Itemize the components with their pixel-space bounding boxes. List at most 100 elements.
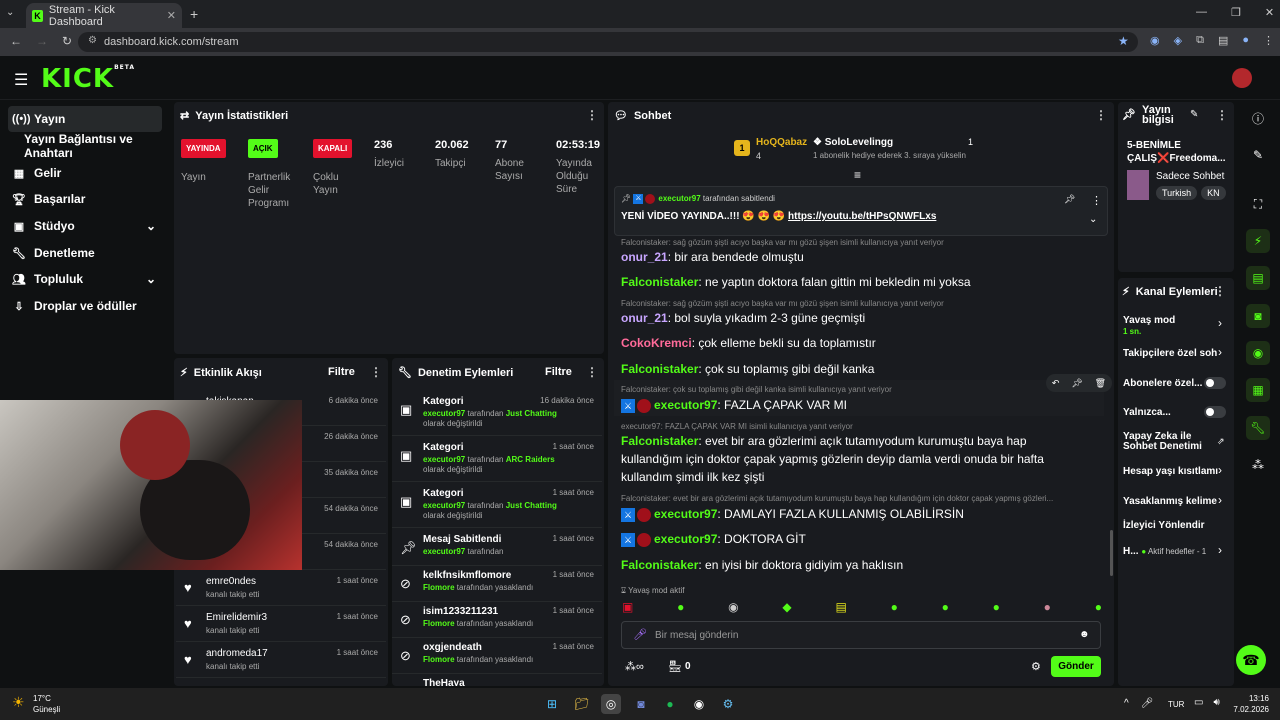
minimize-icon[interactable]: —: [1196, 6, 1207, 19]
emote-icon[interactable]: ●: [1095, 600, 1102, 614]
sidebar-item-basarilar[interactable]: 🏆︎ Başarılar: [8, 186, 162, 212]
activity-more-icon[interactable]: ⋮: [370, 365, 382, 379]
pencil-icon[interactable]: ✎: [1246, 143, 1270, 167]
clock[interactable]: 13:16 7.02.2026: [1233, 693, 1269, 715]
chevron-down-icon[interactable]: ⌄: [1089, 214, 1097, 225]
sidebar-item-denetleme[interactable]: 🔧︎ Denetleme: [8, 240, 162, 266]
extension-icon[interactable]: ◉: [1150, 34, 1160, 47]
tag[interactable]: Turkish: [1156, 186, 1198, 200]
action-slow-mode[interactable]: Yavaş mod 1 sn.: [1123, 315, 1229, 337]
action-account-age[interactable]: Hesap yaşı kısıtlamı: [1123, 466, 1229, 477]
steam-icon[interactable]: ⚙: [718, 694, 738, 714]
chevron-right-icon[interactable]: ›: [1218, 345, 1222, 359]
leader2-name[interactable]: ❖ SoloLevelingg: [813, 137, 893, 148]
reload-icon[interactable]: ↻: [62, 34, 72, 48]
extension2-icon[interactable]: ◈: [1174, 34, 1182, 47]
hamburger-menu-icon[interactable]: ☰: [14, 70, 28, 90]
emote-icon[interactable]: ▣: [622, 600, 633, 614]
action-ai-moderation[interactable]: Yapay Zeka ile Sohbet Denetimi: [1123, 432, 1213, 452]
delete-icon[interactable]: 🗑︎: [1095, 378, 1106, 389]
emote-icon[interactable]: ●: [1044, 600, 1051, 614]
actions-more-icon[interactable]: ⋮: [1214, 284, 1226, 298]
chevron-right-icon[interactable]: ›: [1218, 543, 1222, 557]
mic-icon[interactable]: 🎤︎: [633, 628, 647, 641]
list-icon[interactable]: ▤: [1246, 266, 1270, 290]
sidebar-item-topluluk[interactable]: 👥︎ Topluluk ⌄: [8, 266, 162, 292]
site-info-icon[interactable]: ⚙: [88, 35, 97, 46]
language-indicator[interactable]: TUR: [1168, 700, 1184, 709]
emote-icon[interactable]: ◆: [782, 600, 791, 614]
chrome-icon[interactable]: ◎: [601, 694, 621, 714]
emoji-icon[interactable]: ☻: [1079, 629, 1090, 640]
category-name[interactable]: Sadece Sohbet: [1156, 171, 1224, 182]
support-icon[interactable]: ☎: [1236, 645, 1266, 675]
new-tab-icon[interactable]: +: [190, 6, 198, 22]
action-followers-only[interactable]: Takipçilere özel soh: [1123, 348, 1229, 359]
mod-more-icon[interactable]: ⋮: [586, 365, 598, 379]
action-banned-words[interactable]: Yasaklanmış kelime: [1123, 496, 1229, 507]
chevron-right-icon[interactable]: ›: [1218, 316, 1222, 330]
puzzle-icon[interactable]: ⧉: [1196, 34, 1204, 47]
obs-icon[interactable]: ◉: [689, 694, 709, 714]
tab-search-icon[interactable]: ⌄: [6, 7, 14, 18]
broadcast-icon[interactable]: ◉: [1246, 341, 1270, 365]
action-goals[interactable]: H... ● Aktif hedefler - 1: [1123, 546, 1229, 557]
emote-icon[interactable]: ●: [942, 600, 949, 614]
edit-icon[interactable]: ✎: [1190, 109, 1198, 120]
menu-icon[interactable]: ⋮: [1263, 34, 1274, 47]
file-explorer-icon[interactable]: 📁︎: [572, 694, 592, 714]
sidebar-item-gelir[interactable]: ▦ Gelir: [8, 160, 162, 186]
dashboard-icon[interactable]: ▦: [1246, 378, 1270, 402]
windows-start-icon[interactable]: ⊞: [542, 694, 562, 714]
emote-only-toggle[interactable]: [1204, 406, 1226, 418]
pin-icon[interactable]: 📌︎: [1071, 378, 1082, 389]
chat-message[interactable]: ⚔ executor97: FAZLA ÇAPAK VAR MI: [621, 396, 1091, 414]
pinned-link[interactable]: https://youtu.be/tHPsQNWFLxs: [788, 211, 936, 222]
wrench-icon[interactable]: 🔧︎: [1246, 416, 1270, 440]
emote-icon[interactable]: ●: [993, 600, 1000, 614]
chat-message[interactable]: ⚔ executor97: DAMLAYI FAZLA KULLANMIŞ OLA…: [621, 505, 1091, 523]
send-button[interactable]: Gönder: [1051, 656, 1101, 677]
network-icon[interactable]: ▭: [1194, 697, 1203, 708]
subs-only-toggle[interactable]: [1204, 377, 1226, 389]
chat-icon[interactable]: ◙: [1246, 304, 1270, 328]
tag[interactable]: KN: [1201, 186, 1226, 200]
mod-filter-button[interactable]: Filtre: [545, 366, 572, 378]
chat-settings-icon[interactable]: ⚙: [1031, 660, 1041, 673]
chevron-right-icon[interactable]: ›: [1218, 463, 1222, 477]
chat-message[interactable]: onur_21: bol suyla yıkadım 2-3 güne geçm…: [621, 309, 1091, 327]
chat-message[interactable]: CokoKremci: çok elleme bekli su da topla…: [621, 334, 1091, 352]
chat-message[interactable]: onur_21: bir ara bendede olmuştu: [621, 248, 1091, 266]
weather-icon[interactable]: ☀: [12, 694, 25, 711]
close-window-icon[interactable]: ✕: [1265, 6, 1274, 19]
chat-more-icon[interactable]: ⋮: [1095, 108, 1107, 122]
volume-icon[interactable]: 🔊︎: [1213, 697, 1219, 708]
screenshot-icon[interactable]: ⛶: [1246, 192, 1270, 216]
url-input[interactable]: dashboard.kick.com/stream: [78, 32, 1138, 52]
profile-icon[interactable]: ●: [1242, 34, 1249, 47]
emote-icon[interactable]: ●: [891, 600, 898, 614]
sidebar-item-stream-key[interactable]: Yayın Bağlantısı ve Anahtarı: [20, 132, 174, 160]
mic-icon[interactable]: 🎤︎: [1141, 698, 1154, 709]
sidebar-item-studyo[interactable]: ▣ Stüdyo ⌄: [8, 213, 162, 239]
spotify-icon[interactable]: ●: [660, 694, 680, 714]
chevron-right-icon[interactable]: ›: [1218, 493, 1222, 507]
channel-points-icon[interactable]: ⁂∞: [625, 660, 644, 673]
more-tools-icon[interactable]: ⁂: [1246, 453, 1270, 477]
leader1-name[interactable]: HoQQabaz: [756, 137, 807, 148]
external-link-icon[interactable]: ⇗: [1217, 436, 1225, 447]
maximize-icon[interactable]: ❐: [1231, 6, 1241, 19]
close-tab-icon[interactable]: ✕: [167, 9, 176, 22]
chat-message[interactable]: Falconistaker: evet bir ara gözlerimi aç…: [621, 432, 1091, 486]
info-more-icon[interactable]: ⋮: [1216, 108, 1228, 122]
browser-tab[interactable]: K Stream - Kick Dashboard ✕: [26, 3, 182, 28]
sidebar-item-droplar[interactable]: ⇩ Droplar ve ödüller: [8, 293, 162, 319]
back-icon[interactable]: ←: [10, 34, 22, 48]
bookmark-star-icon[interactable]: ★: [1118, 34, 1129, 48]
reply-icon[interactable]: ↶: [1052, 378, 1060, 389]
emote-icon[interactable]: ●: [677, 600, 684, 614]
kick-logo[interactable]: KICKBETA: [41, 64, 135, 94]
unpin-icon[interactable]: 📌︎: [1064, 194, 1075, 205]
sidepanel-icon[interactable]: ▤: [1218, 34, 1228, 47]
emote-icon[interactable]: ▤: [835, 600, 846, 614]
